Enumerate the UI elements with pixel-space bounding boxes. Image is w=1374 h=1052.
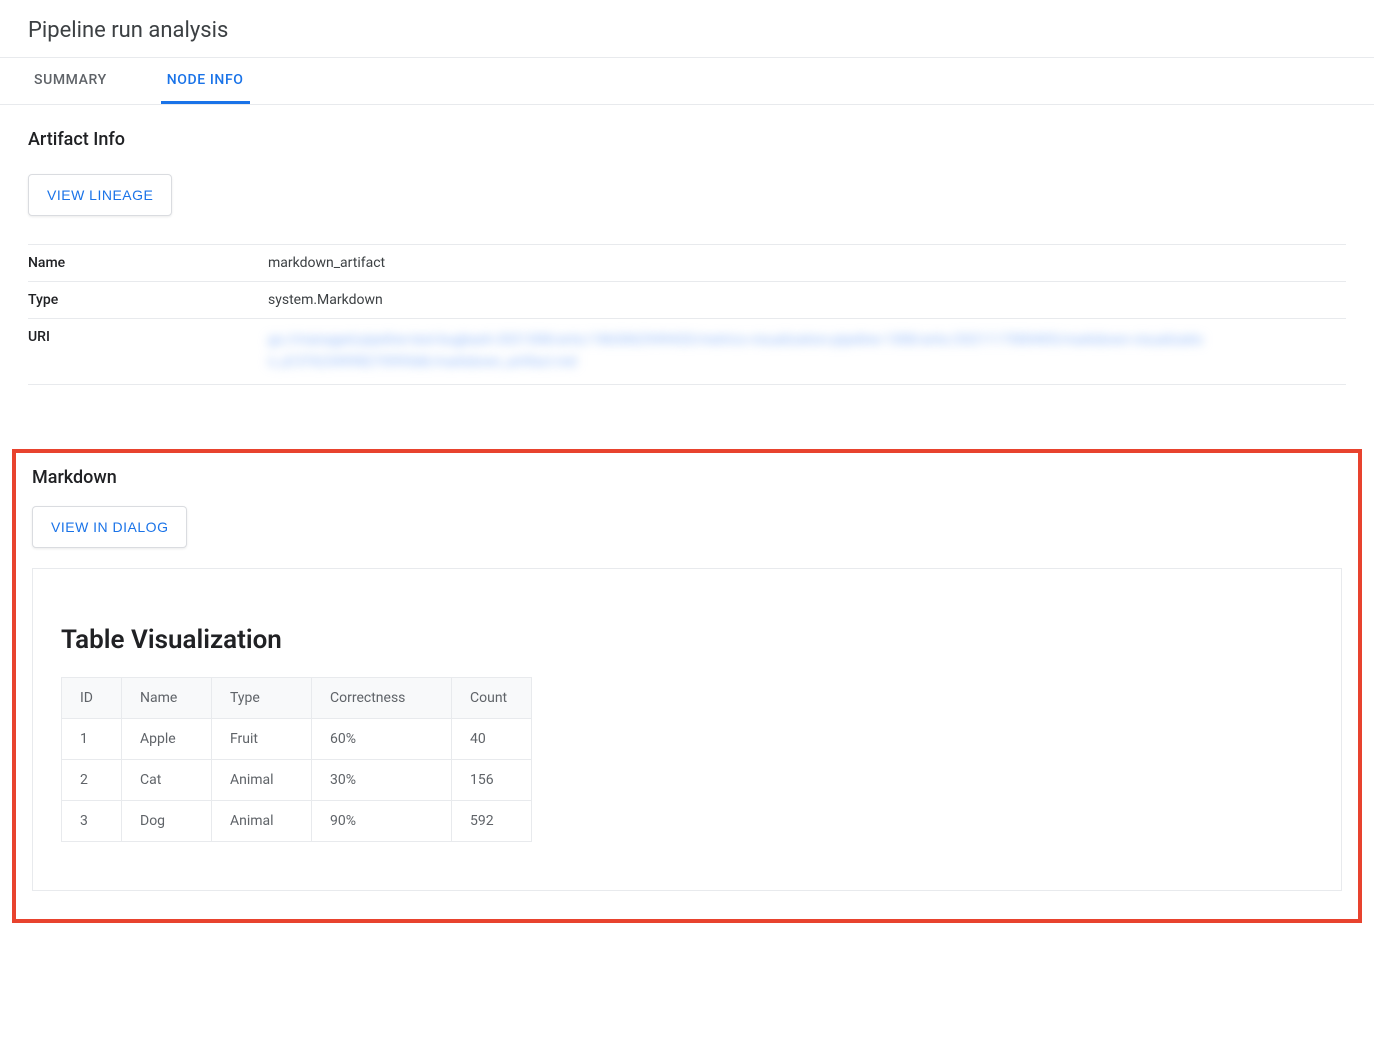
artifact-info-table: Name markdown_artifact Type system.Markd… (28, 244, 1346, 385)
cell-id: 3 (62, 800, 122, 841)
cell-id: 1 (62, 718, 122, 759)
cell-name: Dog (122, 800, 212, 841)
tab-node-info[interactable]: NODE INFO (161, 58, 250, 104)
table-row: 2 Cat Animal 30% 156 (62, 759, 532, 800)
table-header-row: ID Name Type Correctness Count (62, 677, 532, 718)
table-row: Type system.Markdown (28, 282, 1346, 319)
tabs: SUMMARY NODE INFO (0, 57, 1374, 105)
visualization-table: ID Name Type Correctness Count 1 Apple F… (61, 677, 532, 842)
cell-count: 592 (452, 800, 532, 841)
table-row: Name markdown_artifact (28, 245, 1346, 282)
table-visualization-title: Table Visualization (61, 625, 1313, 655)
table-row: 3 Dog Animal 90% 592 (62, 800, 532, 841)
cell-id: 2 (62, 759, 122, 800)
tab-summary[interactable]: SUMMARY (28, 58, 113, 104)
markdown-render-box: Table Visualization ID Name Type Correct… (32, 568, 1342, 891)
cell-correctness: 60% (312, 718, 452, 759)
cell-count: 156 (452, 759, 532, 800)
table-row: URI gs://managed-pipeline-test-bugbash-2… (28, 319, 1346, 385)
col-type: Type (212, 677, 312, 718)
artifact-type-value: system.Markdown (268, 282, 1346, 319)
cell-correctness: 90% (312, 800, 452, 841)
table-row: 1 Apple Fruit 60% 40 (62, 718, 532, 759)
view-in-dialog-button[interactable]: VIEW IN DIALOG (32, 506, 187, 548)
cell-type: Animal (212, 759, 312, 800)
artifact-name-label: Name (28, 245, 268, 282)
artifact-name-value: markdown_artifact (268, 245, 1346, 282)
artifact-type-label: Type (28, 282, 268, 319)
col-id: ID (62, 677, 122, 718)
page-title: Pipeline run analysis (0, 0, 1374, 57)
view-lineage-button[interactable]: VIEW LINEAGE (28, 174, 172, 216)
artifact-info-heading: Artifact Info (28, 129, 1346, 150)
artifact-uri-value[interactable]: gs://managed-pipeline-test-bugbash-20213… (268, 319, 1346, 385)
cell-type: Animal (212, 800, 312, 841)
artifact-uri-link[interactable]: gs://managed-pipeline-test-bugbash-20213… (268, 329, 1208, 374)
col-name: Name (122, 677, 212, 718)
markdown-heading: Markdown (32, 467, 1342, 488)
col-count: Count (452, 677, 532, 718)
markdown-section-highlight: Markdown VIEW IN DIALOG Table Visualizat… (12, 449, 1362, 923)
cell-count: 40 (452, 718, 532, 759)
col-correctness: Correctness (312, 677, 452, 718)
cell-name: Apple (122, 718, 212, 759)
artifact-uri-label: URI (28, 319, 268, 385)
cell-correctness: 30% (312, 759, 452, 800)
cell-type: Fruit (212, 718, 312, 759)
cell-name: Cat (122, 759, 212, 800)
